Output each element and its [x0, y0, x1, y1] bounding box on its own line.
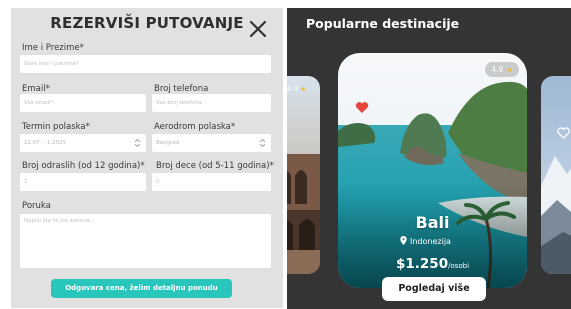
children-label: Broj dece (od 5-11 godina)*	[156, 161, 274, 171]
destination-price: $1.250/osobi	[396, 256, 469, 272]
form-title: REZERVIŠI PUTOVANJE	[50, 14, 244, 32]
rating-badge: 4.9 ★	[485, 62, 519, 77]
location-pin-icon	[400, 236, 407, 245]
destination-card-right[interactable]	[541, 76, 571, 274]
price-unit: /osobi	[448, 262, 470, 270]
submit-button[interactable]: Odgovara cena, želim detaljnu ponudu	[51, 279, 232, 298]
rating-value: 4.9	[491, 65, 504, 74]
heart-icon[interactable]	[557, 127, 570, 139]
close-icon	[249, 20, 267, 38]
left-card-rating: 4.9 ★	[287, 85, 307, 93]
phone-label: Broj telefona	[154, 84, 209, 94]
email-label: Email*	[22, 84, 50, 94]
name-input[interactable]	[20, 55, 271, 73]
message-label: Poruka	[22, 201, 51, 211]
heart-icon[interactable]	[355, 101, 369, 114]
destination-location: Indonezija	[400, 236, 451, 246]
chevron-updown-icon	[134, 138, 141, 148]
airport-select[interactable]: Beograd	[152, 134, 271, 152]
airport-value: Beograd	[156, 140, 180, 146]
view-more-button[interactable]: Pogledaj više	[382, 277, 486, 301]
destination-card-featured[interactable]: 4.9 ★ Bali Indonezija $1.250/osobi	[338, 53, 527, 288]
star-icon: ★	[300, 85, 307, 93]
booking-form: REZERVIŠI PUTOVANJE Ime i Prezime* Email…	[11, 8, 283, 308]
destination-image-left	[287, 76, 320, 274]
destination-image-bali	[338, 53, 527, 288]
price-value: $1.250	[396, 256, 449, 272]
departure-date-value: 22.07. - 1.2025	[24, 140, 67, 146]
star-icon: ★	[506, 65, 513, 74]
close-button[interactable]	[247, 18, 269, 40]
destination-location-text: Indonezija	[410, 237, 451, 246]
destinations-title: Popularne destinacije	[306, 16, 460, 31]
departure-date-select[interactable]: 22.07. - 1.2025	[20, 134, 146, 152]
children-input[interactable]	[152, 173, 271, 191]
name-label: Ime i Prezime*	[22, 43, 84, 53]
phone-input[interactable]	[152, 94, 271, 112]
adults-label: Broj odraslih (od 12 godina)*	[22, 161, 145, 171]
email-input[interactable]	[20, 94, 146, 112]
adults-input[interactable]	[20, 173, 146, 191]
destination-card-left[interactable]: 4.9 ★	[287, 76, 320, 274]
popular-destinations: Popularne destinacije 4.9 ★ 4.9 ★ Bali I…	[287, 8, 571, 309]
message-textarea[interactable]	[20, 214, 271, 268]
airport-label: Aerodrom polaska*	[154, 122, 236, 132]
destination-name: Bali	[415, 213, 450, 232]
destination-image-right	[541, 76, 571, 274]
chevron-updown-icon	[259, 138, 266, 148]
departure-date-label: Termin polaska*	[22, 122, 90, 132]
